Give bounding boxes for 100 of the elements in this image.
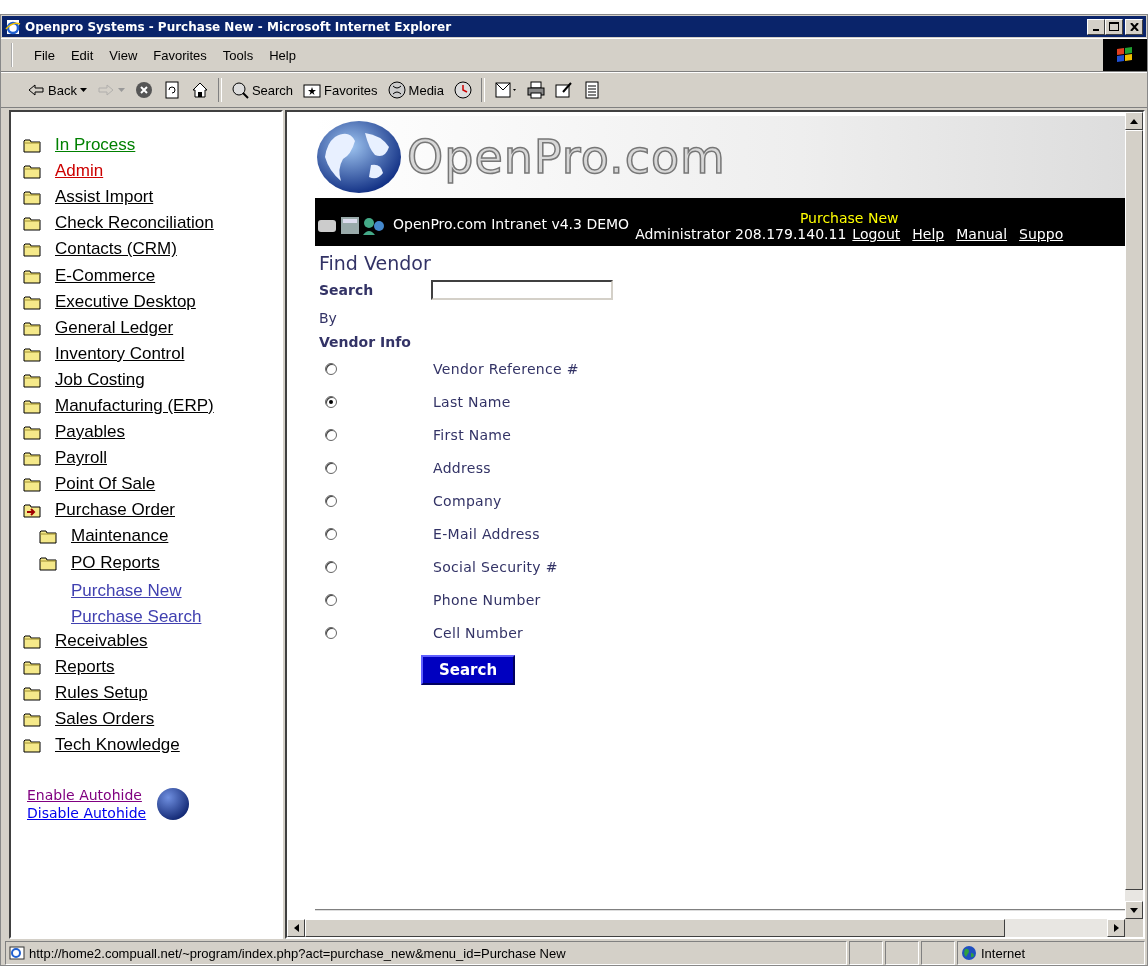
user-info: Administrator 208.179.140.11 bbox=[635, 226, 847, 242]
sidebar-link[interactable]: Point Of Sale bbox=[55, 474, 156, 495]
radio-button[interactable] bbox=[325, 560, 337, 573]
scroll-thumb[interactable] bbox=[305, 919, 1005, 937]
header-link[interactable]: Help bbox=[912, 226, 945, 242]
folder-icon bbox=[23, 632, 41, 649]
close-icon bbox=[1129, 22, 1139, 31]
autohide-link[interactable]: Disable Autohide bbox=[27, 804, 147, 823]
back-arrow-icon bbox=[27, 82, 45, 98]
menu-item[interactable]: View bbox=[102, 45, 145, 65]
printer-icon bbox=[527, 81, 545, 99]
menu-item[interactable]: Edit bbox=[63, 45, 101, 65]
down-arrow-icon bbox=[1130, 907, 1138, 913]
forward-arrow-icon bbox=[96, 82, 115, 98]
sidebar-link[interactable]: Payroll bbox=[55, 448, 107, 469]
sidebar-link[interactable]: Purchase New bbox=[71, 580, 182, 601]
sidebar-link[interactable]: Purchase Order bbox=[55, 500, 175, 521]
scroll-right-button[interactable] bbox=[1107, 919, 1125, 937]
option-label: Social Security # bbox=[433, 558, 558, 575]
folder-icon bbox=[23, 424, 41, 441]
clock-icon bbox=[454, 81, 472, 99]
folder-icon bbox=[23, 685, 41, 701]
radio-button[interactable] bbox=[325, 461, 337, 474]
up-arrow-icon bbox=[1130, 118, 1138, 124]
star-folder-icon bbox=[303, 81, 322, 99]
globe-icon bbox=[156, 787, 191, 822]
search-button[interactable]: Search bbox=[421, 655, 516, 685]
header-link[interactable]: Suppo bbox=[1019, 226, 1064, 242]
sidebar-link[interactable]: Payables bbox=[55, 422, 125, 443]
back-button[interactable]: Back bbox=[23, 80, 91, 100]
sidebar-link[interactable]: PO Reports bbox=[71, 552, 160, 573]
menu-item[interactable]: Tools bbox=[215, 45, 261, 65]
folder-icon bbox=[23, 241, 41, 258]
home-icon bbox=[190, 81, 209, 99]
radio-button[interactable] bbox=[325, 395, 337, 408]
sidebar-link[interactable]: General Ledger bbox=[55, 317, 174, 338]
folder-icon bbox=[23, 737, 41, 754]
product-name: OpenPro.com Intranet v4.3 DEMO bbox=[393, 216, 630, 232]
sidebar-link[interactable]: In Process bbox=[55, 135, 136, 156]
folder-icon bbox=[23, 371, 41, 388]
sidebar-link[interactable]: Assist Import bbox=[55, 187, 154, 208]
search-icon bbox=[230, 81, 249, 99]
sidebar-link[interactable]: Check Reconciliation bbox=[55, 213, 214, 234]
sidebar-link[interactable]: Manufacturing (ERP) bbox=[55, 396, 214, 416]
search-field[interactable] bbox=[431, 280, 613, 300]
media-button[interactable]: Media bbox=[383, 79, 448, 101]
scroll-up-button[interactable] bbox=[1125, 112, 1143, 130]
folder-icon bbox=[39, 528, 57, 545]
sidebar-link[interactable]: Executive Desktop bbox=[55, 291, 196, 312]
folder-icon bbox=[23, 215, 41, 232]
sidebar-link[interactable]: E-Commerce bbox=[55, 265, 156, 286]
folder-icon bbox=[23, 189, 41, 206]
right-arrow-icon bbox=[1113, 924, 1119, 932]
sidebar-link[interactable]: Contacts (CRM) bbox=[55, 239, 177, 260]
header-link[interactable]: Logout bbox=[852, 226, 901, 242]
sidebar-link[interactable]: Receivables bbox=[55, 630, 148, 651]
sidebar-link[interactable]: Inventory Control bbox=[55, 343, 185, 364]
menu-item[interactable]: File bbox=[27, 45, 62, 65]
maximize-icon bbox=[1109, 22, 1119, 31]
form-title: Find Vendor bbox=[319, 252, 432, 274]
refresh-icon bbox=[162, 81, 181, 99]
document-icon bbox=[583, 81, 601, 99]
sidebar-link[interactable]: Sales Orders bbox=[55, 709, 155, 730]
sidebar-link[interactable]: Job Costing bbox=[55, 369, 145, 390]
sidebar-link[interactable]: Reports bbox=[55, 656, 115, 677]
minimize-button[interactable] bbox=[1087, 18, 1105, 35]
maximize-button[interactable] bbox=[1105, 18, 1123, 35]
browser-icon bbox=[5, 18, 21, 35]
sidebar-link[interactable]: Purchase Search bbox=[71, 606, 202, 627]
folder-icon bbox=[23, 345, 41, 362]
sidebar-link[interactable]: Admin bbox=[55, 161, 104, 182]
option-label: Company bbox=[433, 492, 502, 509]
window-title: Openpro Systems - Purchase New - Microsoft Internet Explorer bbox=[25, 19, 453, 34]
media-icon bbox=[387, 81, 406, 99]
autohide-link[interactable]: Enable Autohide bbox=[27, 786, 147, 805]
scroll-left-button[interactable] bbox=[287, 919, 305, 937]
folder-icon bbox=[23, 711, 41, 728]
field-label: By bbox=[319, 310, 338, 326]
caret-icon bbox=[79, 88, 87, 92]
sidebar-link[interactable]: Rules Setup bbox=[55, 683, 148, 703]
option-label: Phone Number bbox=[433, 591, 541, 608]
stop-icon bbox=[134, 81, 153, 99]
sidebar-link[interactable]: Tech Knowledge bbox=[55, 735, 180, 756]
menu-item[interactable]: Help bbox=[262, 45, 303, 65]
folder-icon bbox=[23, 293, 41, 310]
sidebar-link[interactable]: Maintenance bbox=[71, 526, 169, 547]
folder-icon bbox=[23, 319, 41, 336]
option-label: Vendor Reference # bbox=[433, 360, 579, 377]
favorites-button[interactable]: Favorites bbox=[299, 79, 382, 101]
edit-icon bbox=[555, 81, 573, 99]
option-label: First Name bbox=[433, 426, 512, 443]
menu-item[interactable]: Favorites bbox=[146, 45, 214, 65]
folder-icon bbox=[23, 137, 41, 154]
close-button[interactable] bbox=[1125, 18, 1143, 35]
horizontal-scrollbar[interactable] bbox=[287, 919, 1143, 937]
app-icons-drawing bbox=[317, 214, 387, 236]
globe-icon bbox=[961, 945, 977, 961]
search-button[interactable]: Search bbox=[226, 79, 298, 101]
scroll-down-button[interactable] bbox=[1125, 901, 1143, 919]
header-link[interactable]: Manual bbox=[956, 226, 1008, 242]
